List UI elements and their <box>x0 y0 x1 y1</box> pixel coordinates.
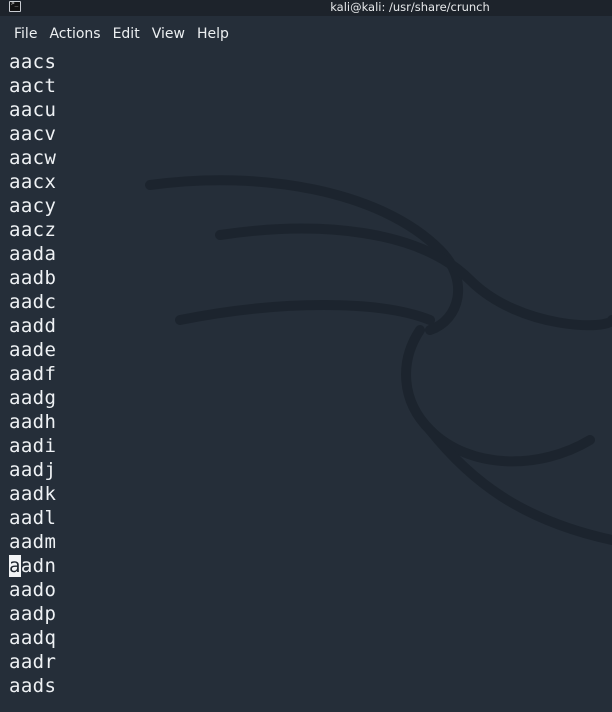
terminal-line: aade <box>9 339 57 361</box>
terminal-line: aacw <box>9 147 57 169</box>
text-cursor: a <box>9 555 21 577</box>
terminal-line: aadl <box>9 507 57 529</box>
terminal-line: aads <box>9 675 57 697</box>
terminal-window: >_ kali@kali: /usr/share/crunch File Act… <box>0 0 612 712</box>
terminal-line: aacz <box>9 219 57 241</box>
terminal-output[interactable]: aacs aact aacu aacv aacw aacx aacy aacz aada aadb… <box>9 50 56 698</box>
terminal-line: aadh <box>9 411 57 433</box>
menu-bar: File Actions Edit View Help <box>0 20 612 48</box>
terminal-icon: >_ <box>9 0 21 12</box>
terminal-line: aadf <box>9 363 57 385</box>
terminal-line: aacu <box>9 99 57 121</box>
window-title: kali@kali: /usr/share/crunch <box>330 0 490 14</box>
terminal-line: aadn <box>9 554 56 578</box>
terminal-line: aado <box>9 579 57 601</box>
terminal-line: aacx <box>9 171 57 193</box>
title-bar: >_ kali@kali: /usr/share/crunch <box>0 0 612 16</box>
terminal-line: aada <box>9 243 57 265</box>
menu-file[interactable]: File <box>8 21 43 47</box>
terminal-line: aadp <box>9 603 57 625</box>
terminal-line: aacy <box>9 195 57 217</box>
terminal-line: aacs <box>9 51 57 73</box>
terminal-line: aadc <box>9 291 57 313</box>
terminal-line: aadg <box>9 387 57 409</box>
terminal-line: aadi <box>9 435 57 457</box>
terminal-line: aadq <box>9 627 57 649</box>
terminal-line-text: adn <box>20 555 57 577</box>
terminal-line: aadr <box>9 651 57 673</box>
terminal-line: aact <box>9 75 57 97</box>
terminal-line: aadd <box>9 315 57 337</box>
kali-dragon-wallpaper <box>145 175 612 545</box>
menu-edit[interactable]: Edit <box>107 21 146 47</box>
terminal-line: aadb <box>9 267 57 289</box>
terminal-line: aadk <box>9 483 57 505</box>
terminal-line: aadm <box>9 531 57 553</box>
menu-view[interactable]: View <box>146 21 191 47</box>
menu-help[interactable]: Help <box>191 21 235 47</box>
menu-actions[interactable]: Actions <box>43 21 106 47</box>
terminal-line: aacv <box>9 123 57 145</box>
terminal-line: aadj <box>9 459 57 481</box>
